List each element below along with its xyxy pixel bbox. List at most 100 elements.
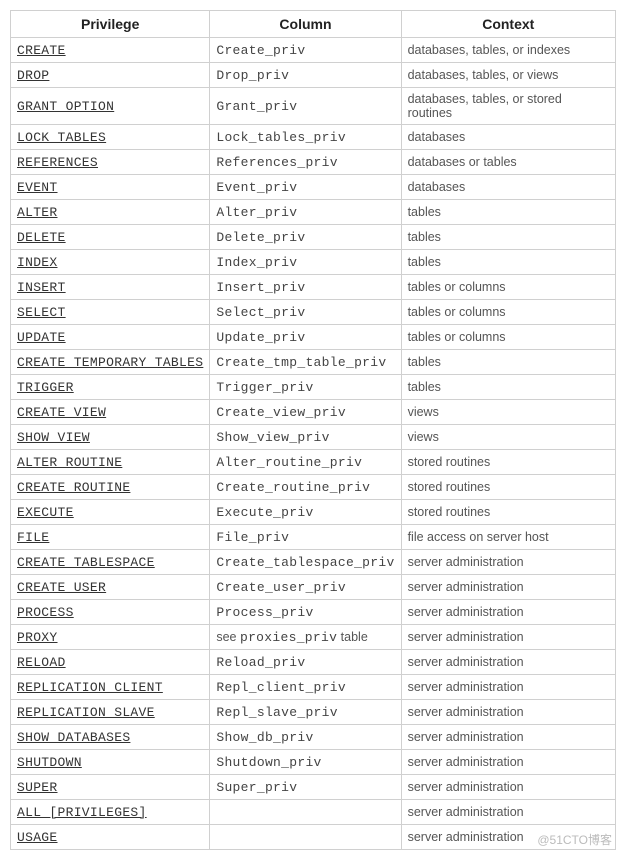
context-cell: tables xyxy=(401,350,615,375)
privilege-cell: DROP xyxy=(11,63,210,88)
privilege-cell: CREATE xyxy=(11,38,210,63)
privilege-cell: ALL [PRIVILEGES] xyxy=(11,800,210,825)
privilege-link[interactable]: CREATE VIEW xyxy=(17,405,106,420)
context-cell: tables xyxy=(401,375,615,400)
table-row: CREATE TEMPORARY TABLES Create_tmp_table_… xyxy=(11,350,616,375)
context-cell: stored routines xyxy=(401,450,615,475)
privilege-link[interactable]: EXECUTE xyxy=(17,505,74,520)
privilege-cell: CREATE USER xyxy=(11,575,210,600)
column-suffix: table xyxy=(337,630,368,644)
context-cell: server administration xyxy=(401,675,615,700)
privilege-link[interactable]: REPLICATION CLIENT xyxy=(17,680,163,695)
context-cell: stored routines xyxy=(401,475,615,500)
table-row: SELECTSelect_privtables or columns xyxy=(11,300,616,325)
column-cell: Repl_client_priv xyxy=(210,675,401,700)
privilege-link[interactable]: FILE xyxy=(17,530,49,545)
table-row: REPLICATION CLIENT Repl_client_privserver… xyxy=(11,675,616,700)
privilege-link[interactable]: PROCESS xyxy=(17,605,74,620)
table-row: INDEXIndex_privtables xyxy=(11,250,616,275)
privilege-link[interactable]: SUPER xyxy=(17,780,58,795)
column-cell: Execute_priv xyxy=(210,500,401,525)
privilege-cell: CREATE TEMPORARY TABLES xyxy=(11,350,210,375)
privilege-link[interactable]: REPLICATION SLAVE xyxy=(17,705,155,720)
context-cell: databases, tables, or views xyxy=(401,63,615,88)
context-cell: views xyxy=(401,400,615,425)
context-cell: tables xyxy=(401,200,615,225)
context-cell: server administration xyxy=(401,800,615,825)
privilege-link[interactable]: INDEX xyxy=(17,255,58,270)
table-row: EVENTEvent_privdatabases xyxy=(11,175,616,200)
privilege-cell: INSERT xyxy=(11,275,210,300)
column-cell: see proxies_priv table xyxy=(210,625,401,650)
context-cell: views xyxy=(401,425,615,450)
table-row: CREATE VIEWCreate_view_privviews xyxy=(11,400,616,425)
context-cell: tables xyxy=(401,225,615,250)
context-cell: tables or columns xyxy=(401,300,615,325)
table-row: CREATE ROUTINECreate_routine_privstored … xyxy=(11,475,616,500)
context-cell: server administration xyxy=(401,700,615,725)
privilege-link[interactable]: SELECT xyxy=(17,305,66,320)
header-column: Column xyxy=(210,11,401,38)
privilege-link[interactable]: CREATE TEMPORARY TABLES xyxy=(17,355,203,370)
column-cell: Alter_routine_priv xyxy=(210,450,401,475)
table-row: PROXY see proxies_priv tableserver admini… xyxy=(11,625,616,650)
privilege-link[interactable]: TRIGGER xyxy=(17,380,74,395)
column-cell: Show_view_priv xyxy=(210,425,401,450)
table-row: PROCESSProcess_privserver administration xyxy=(11,600,616,625)
context-cell: databases, tables, or stored routines xyxy=(401,88,615,125)
column-cell: Event_priv xyxy=(210,175,401,200)
context-cell: server administration xyxy=(401,550,615,575)
privilege-link[interactable]: DELETE xyxy=(17,230,66,245)
table-row: USAGEserver administration xyxy=(11,825,616,850)
column-cell: Create_user_priv xyxy=(210,575,401,600)
privilege-link[interactable]: LOCK TABLES xyxy=(17,130,106,145)
column-cell: Create_tmp_table_priv xyxy=(210,350,401,375)
table-row: SHOW DATABASESShow_db_privserver adminis… xyxy=(11,725,616,750)
privilege-link[interactable]: INSERT xyxy=(17,280,66,295)
column-cell: Grant_priv xyxy=(210,88,401,125)
privilege-cell: REPLICATION CLIENT xyxy=(11,675,210,700)
context-cell: databases xyxy=(401,125,615,150)
context-cell: server administration xyxy=(401,625,615,650)
privilege-link[interactable]: ALTER ROUTINE xyxy=(17,455,122,470)
privilege-link[interactable]: SHOW DATABASES xyxy=(17,730,130,745)
privilege-link[interactable]: CREATE USER xyxy=(17,580,106,595)
table-row: CREATE TABLESPACE Create_tablespace_privs… xyxy=(11,550,616,575)
context-cell: server administration xyxy=(401,650,615,675)
privilege-cell: ALTER ROUTINE xyxy=(11,450,210,475)
privilege-cell: USAGE xyxy=(11,825,210,850)
privilege-link[interactable]: PROXY xyxy=(17,630,58,645)
privilege-cell: REPLICATION SLAVE xyxy=(11,700,210,725)
privilege-link[interactable]: SHOW VIEW xyxy=(17,430,90,445)
context-cell: server administration xyxy=(401,725,615,750)
privilege-cell: CREATE ROUTINE xyxy=(11,475,210,500)
privilege-link[interactable]: ALL [PRIVILEGES] xyxy=(17,805,147,820)
privilege-link[interactable]: DROP xyxy=(17,68,49,83)
privilege-link[interactable]: USAGE xyxy=(17,830,58,845)
column-cell: Create_tablespace_priv xyxy=(210,550,401,575)
table-row: INSERTInsert_privtables or columns xyxy=(11,275,616,300)
privilege-link[interactable]: CREATE TABLESPACE xyxy=(17,555,155,570)
privilege-link[interactable]: CREATE xyxy=(17,43,66,58)
context-cell: stored routines xyxy=(401,500,615,525)
column-cell: Repl_slave_priv xyxy=(210,700,401,725)
privilege-cell: CREATE VIEW xyxy=(11,400,210,425)
table-row: FILEFile_privfile access on server host xyxy=(11,525,616,550)
privilege-link[interactable]: CREATE ROUTINE xyxy=(17,480,130,495)
context-cell: databases or tables xyxy=(401,150,615,175)
privilege-cell: GRANT OPTION xyxy=(11,88,210,125)
privilege-link[interactable]: SHUTDOWN xyxy=(17,755,82,770)
privilege-link[interactable]: EVENT xyxy=(17,180,58,195)
privilege-cell: UPDATE xyxy=(11,325,210,350)
privilege-link[interactable]: ALTER xyxy=(17,205,58,220)
table-row: EXECUTE Execute_privstored routines xyxy=(11,500,616,525)
privilege-link[interactable]: UPDATE xyxy=(17,330,66,345)
privilege-cell: TRIGGER xyxy=(11,375,210,400)
privilege-cell: PROCESS xyxy=(11,600,210,625)
privilege-link[interactable]: REFERENCES xyxy=(17,155,98,170)
privilege-link[interactable]: RELOAD xyxy=(17,655,66,670)
privilege-link[interactable]: GRANT OPTION xyxy=(17,99,114,114)
privilege-cell: INDEX xyxy=(11,250,210,275)
privilege-cell: ALTER xyxy=(11,200,210,225)
column-cell: Trigger_priv xyxy=(210,375,401,400)
